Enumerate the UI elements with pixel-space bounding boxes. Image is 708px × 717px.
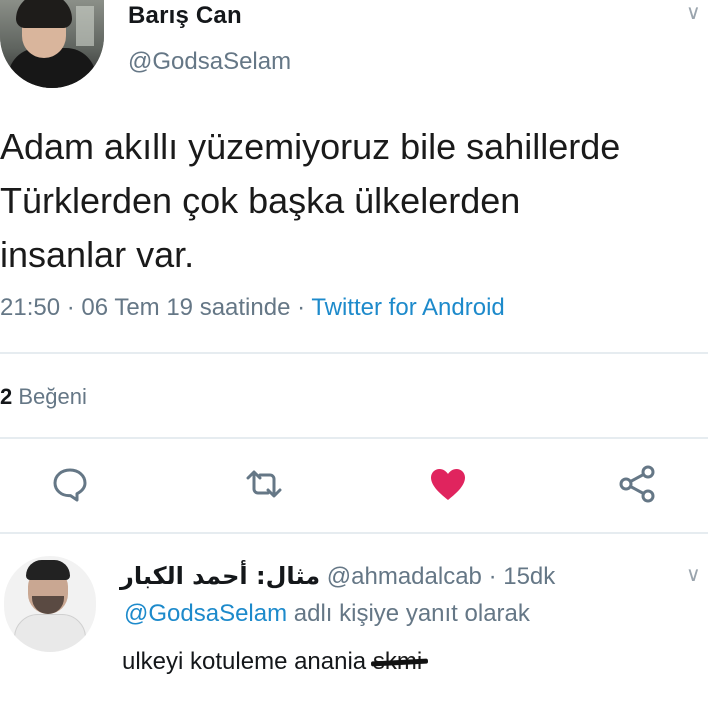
- reply-handle-time[interactable]: @ahmadalcab · 15dk: [320, 563, 556, 590]
- reply-author-avatar[interactable]: [4, 556, 96, 652]
- replying-to-suffix: adlı kişiye yanıt olarak: [287, 600, 530, 627]
- tweet-text: Adam akıllı yüzemiyoruz bile sahillerde …: [0, 126, 621, 275]
- author-handle[interactable]: @GodsaSelam: [128, 48, 291, 76]
- share-button[interactable]: [618, 464, 658, 504]
- chevron-down-icon[interactable]: ∨: [686, 562, 701, 587]
- tweet-meta: 21:50 · 06 Tem 19 saatinde · Twitter for…: [0, 294, 505, 322]
- reply-text-main: ulkeyi kotuleme anania: [122, 648, 373, 675]
- scribbled-out-text: skmi: [372, 648, 423, 675]
- divider: [0, 532, 708, 534]
- likes-number: 2: [0, 384, 13, 409]
- retweet-button[interactable]: [244, 464, 284, 504]
- author-name[interactable]: Barış Can: [128, 2, 242, 30]
- reply-text: ulkeyi kotuleme anania skmi: [122, 648, 422, 676]
- retweet-icon: [246, 470, 282, 498]
- heart-icon: [431, 469, 465, 500]
- likes-count[interactable]: 2 Beğeni: [0, 384, 87, 410]
- reply-icon: [53, 468, 87, 502]
- reply-header: مثال: أحمد الكبار @ahmadalcab · 15dk: [120, 562, 555, 591]
- divider: [0, 352, 708, 354]
- replying-to: @GodsaSelam adlı kişiye yanıt olarak: [124, 600, 530, 628]
- chevron-down-icon[interactable]: ∨: [686, 0, 701, 25]
- like-button[interactable]: [428, 464, 468, 504]
- share-icon: [619, 465, 655, 503]
- tweet-client-link[interactable]: Twitter for Android: [311, 294, 504, 321]
- author-avatar[interactable]: [0, 0, 104, 88]
- divider: [0, 437, 708, 439]
- reply-button[interactable]: [50, 464, 90, 504]
- reply-author-name[interactable]: مثال: أحمد الكبار: [120, 562, 320, 590]
- tweet-timestamp: 21:50 · 06 Tem 19 saatinde ·: [0, 294, 312, 321]
- replying-to-mention[interactable]: @GodsaSelam: [124, 600, 287, 627]
- likes-label: Beğeni: [12, 384, 87, 409]
